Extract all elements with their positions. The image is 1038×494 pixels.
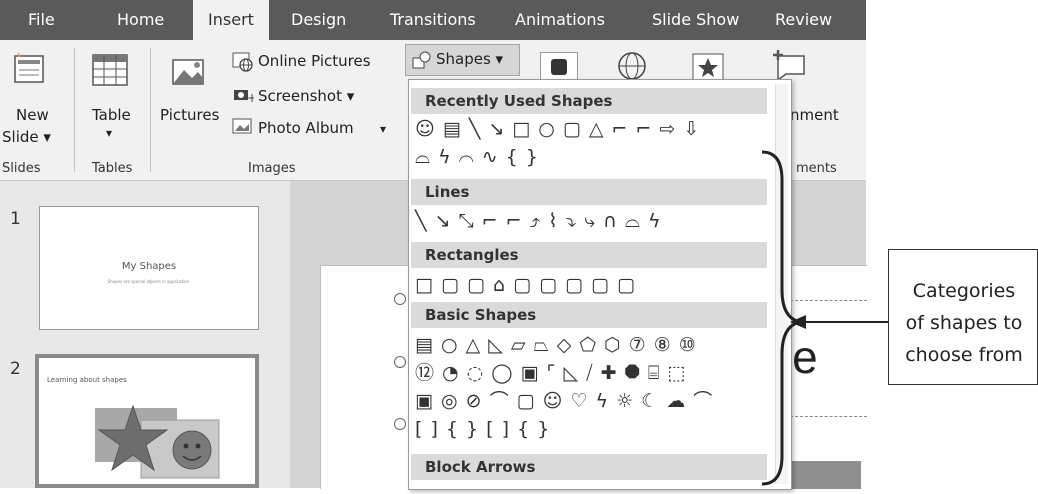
category-header-basic-shapes: Basic Shapes — [411, 302, 767, 328]
thumbnail-title: My Shapes — [121, 261, 177, 272]
thumbnail-number: 1 — [10, 209, 21, 229]
shape-row[interactable]: ▤ ○ △ ◺ ▱ ⏢ ◇ ⬠ ⬡ ⑦ ⑧ ⑩ — [415, 332, 697, 358]
selection-handle[interactable] — [394, 356, 406, 368]
photo-album-button[interactable]: Photo Album — [258, 119, 354, 137]
slide-thumbnail-2[interactable]: Learning about shapes — [35, 354, 259, 488]
group-separator — [150, 48, 151, 172]
category-header-recently-used: Recently Used Shapes — [411, 88, 767, 114]
thumbnail-subtitle: Shapes are special objects in applicatio… — [107, 279, 191, 284]
online-pictures-icon — [232, 52, 254, 76]
brace-annotation — [760, 150, 900, 494]
shape-row[interactable]: ╲ ↘ ⤡ ⌐ ⌐ ⤴ ⌇ ⤵ ⤷ ∩ ⌓ ϟ — [415, 208, 662, 234]
table-dropdown-arrow[interactable]: ▾ — [106, 126, 112, 140]
comment-button-label[interactable]: nment — [790, 106, 839, 124]
photo-album-dropdown-arrow[interactable]: ▾ — [380, 122, 386, 136]
tab-transitions[interactable]: Transitions — [390, 0, 476, 40]
shapes-icon — [412, 51, 432, 73]
shape-row[interactable]: [ ] { } [ ] { } — [415, 416, 550, 442]
category-header-block-arrows: Block Arrows — [411, 454, 767, 480]
pictures-button[interactable]: Pictures — [160, 106, 219, 124]
callout-box: Categories of shapes to choose from — [888, 249, 1038, 385]
online-pictures-button[interactable]: Online Pictures — [258, 52, 371, 70]
tab-design[interactable]: Design — [291, 0, 346, 40]
category-header-lines: Lines — [411, 179, 767, 205]
photo-album-icon — [232, 116, 254, 140]
screenshot-button[interactable]: Screenshot ▾ — [258, 87, 354, 105]
svg-text:+: + — [247, 91, 254, 104]
callout-text: choose from — [905, 344, 1023, 366]
category-header-rectangles: Rectangles — [411, 242, 767, 268]
table-button[interactable]: Table — [92, 106, 131, 124]
shape-row[interactable]: ⌓ ϟ ⌒ ∿ { } — [415, 144, 539, 170]
thumbnail-title: Learning about shapes — [47, 376, 127, 384]
selection-handle[interactable] — [394, 418, 406, 430]
tab-slide-show[interactable]: Slide Show — [652, 0, 739, 40]
group-label-tables: Tables — [92, 161, 133, 176]
ribbon-tab-bar: File Home Insert Design Transitions Anim… — [0, 0, 866, 40]
callout-text: Categories — [912, 280, 1016, 302]
group-label-images: Images — [248, 161, 296, 176]
new-slide-label[interactable]: New — [16, 106, 49, 124]
shapes-dropdown-menu: Recently Used Shapes ☺ ▤ ╲ ↘ □ ○ ▢ △ ⌐ ⌐… — [408, 79, 792, 490]
shape-row[interactable]: ☺ ▤ ╲ ↘ □ ○ ▢ △ ⌐ ⌐ ⇨ ⇩ — [415, 116, 700, 142]
slide-thumbnail-1[interactable]: My Shapes Shapes are special objects in … — [39, 206, 259, 330]
shape-row[interactable]: □ ▢ ▢ ⌂ ▢ ▢ ▢ ▢ ▢ — [415, 272, 636, 298]
tab-insert[interactable]: Insert — [193, 0, 269, 40]
tab-animations[interactable]: Animations — [515, 0, 605, 40]
shape-row[interactable]: ⑫ ◔ ◌ ◯ ▣ ⌜ ◺ ⧸ ✚ ⯃ ⌸ ⬚ — [415, 360, 686, 386]
shapes-button[interactable]: Shapes ▾ — [405, 44, 520, 76]
selection-handle[interactable] — [394, 293, 406, 305]
thumbnail-number: 2 — [10, 359, 21, 379]
pictures-icon — [172, 54, 208, 90]
tab-review[interactable]: Review — [775, 0, 832, 40]
table-icon — [92, 54, 128, 90]
smartart-icon[interactable] — [540, 52, 578, 82]
thumbnail-shapes-graphic — [95, 404, 245, 488]
tab-home[interactable]: Home — [117, 0, 164, 40]
slide-thumbnail-pane: 1 My Shapes Shapes are special objects i… — [0, 181, 290, 488]
screenshot-icon: + — [232, 84, 257, 108]
new-slide-icon — [14, 52, 44, 86]
new-slide-dropdown[interactable]: Slide ▾ — [2, 128, 51, 146]
group-separator — [74, 48, 75, 172]
tab-file[interactable]: File — [28, 0, 55, 40]
shape-row[interactable]: ▣ ◎ ⊘ ⌒ ▢ ☺ ♡ ϟ ☼ ☾ ☁ ⌒ — [415, 388, 713, 414]
callout-text: of shapes to — [905, 312, 1023, 334]
group-label-slides: Slides — [2, 161, 41, 176]
shapes-button-label: Shapes ▾ — [436, 50, 504, 68]
